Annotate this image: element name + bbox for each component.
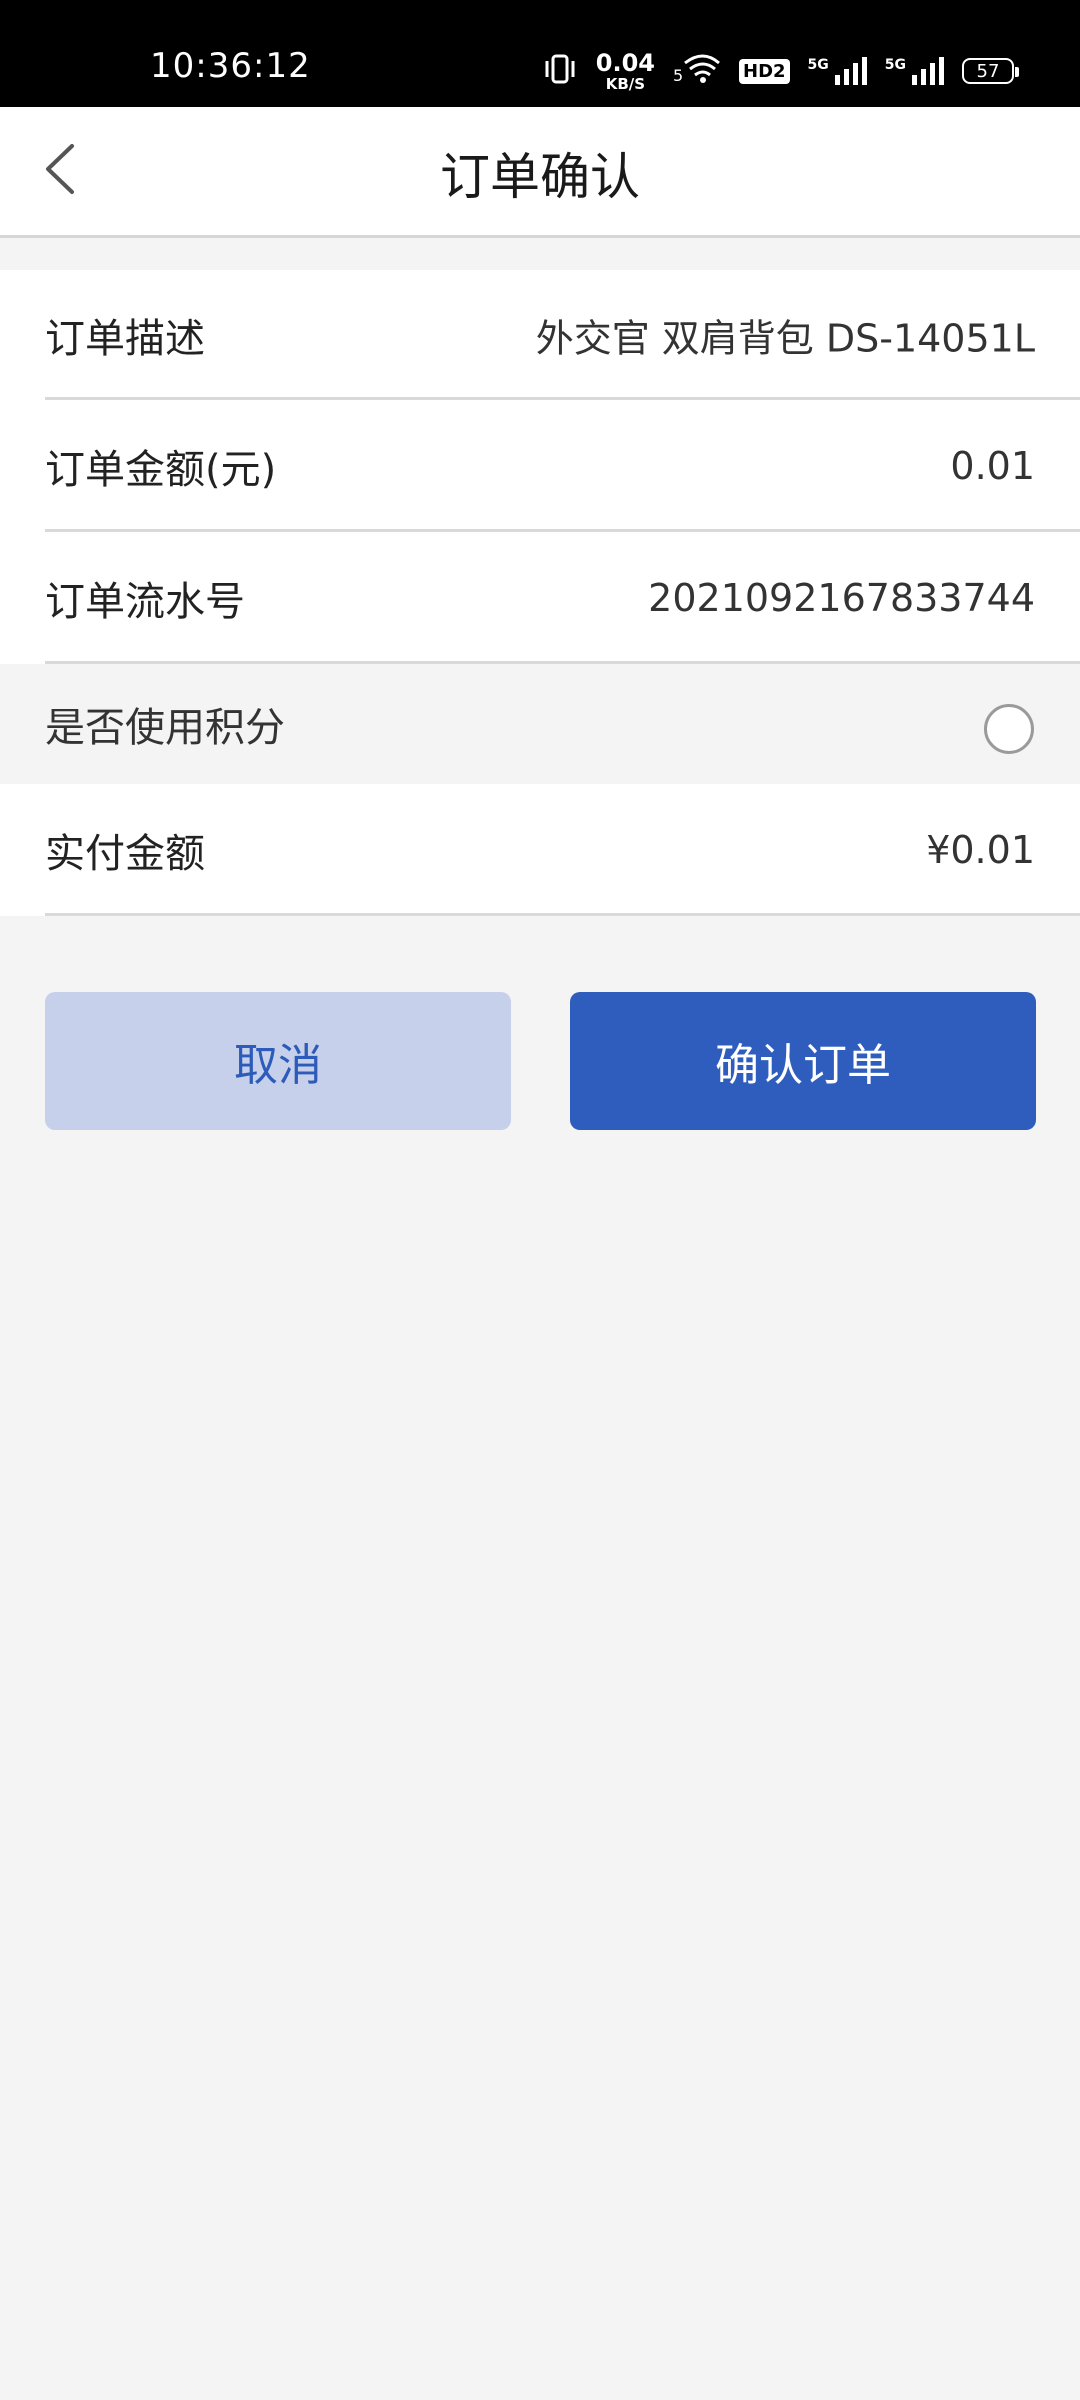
confirm-order-button[interactable]: 确认订单: [570, 992, 1036, 1130]
cancel-button[interactable]: 取消: [45, 992, 511, 1130]
order-amount-value: 0.01: [950, 444, 1035, 488]
use-points-radio[interactable]: [984, 704, 1034, 754]
status-time: 10:36:12: [150, 46, 311, 86]
network-speed-unit: KB/S: [605, 74, 646, 93]
use-points-row[interactable]: 是否使用积分: [0, 664, 1080, 784]
order-amount-label: 订单金额(元): [45, 447, 277, 493]
wifi-icon: 5: [673, 53, 721, 89]
actual-payment-value: ¥0.01: [926, 828, 1035, 872]
order-description-value: 外交官 双肩背包 DS-14051L: [535, 316, 1035, 361]
svg-text:5: 5: [673, 66, 683, 85]
hd-badge: HD2: [739, 58, 790, 84]
vibrate-icon: [542, 53, 578, 89]
network-speed-value: 0.04: [595, 48, 655, 77]
nav-bar: 订单确认: [0, 107, 1080, 238]
order-description-label: 订单描述: [45, 316, 205, 362]
actual-payment-row: 实付金额 ¥0.01: [0, 784, 1080, 916]
divider: [45, 913, 1080, 916]
order-serial-row: 订单流水号 2021092167833744: [0, 532, 1080, 664]
order-amount-row: 订单金额(元) 0.01: [0, 400, 1080, 532]
order-description-row: 订单描述 外交官 双肩背包 DS-14051L: [0, 270, 1080, 400]
order-serial-value: 2021092167833744: [648, 576, 1035, 620]
battery-icon: 57: [962, 58, 1019, 84]
sim2-network-label: 5G: [884, 57, 906, 73]
order-serial-label: 订单流水号: [45, 579, 245, 625]
use-points-label: 是否使用积分: [45, 705, 285, 751]
page-title: 订单确认: [440, 148, 640, 206]
status-icons: 0.04 KB/S 5 HD2 5G 5G 57: [542, 48, 1019, 94]
network-speed: 0.04 KB/S: [596, 51, 655, 92]
battery-level: 57: [976, 60, 1000, 82]
sim1-network-label: 5G: [807, 57, 829, 73]
signal-icon-sim2: 5G: [885, 57, 944, 85]
signal-icon-sim1: 5G: [808, 57, 867, 85]
actual-payment-label: 实付金额: [45, 831, 205, 877]
status-bar: 10:36:12 0.04 KB/S 5 HD2 5G 5G 57: [0, 0, 1080, 107]
